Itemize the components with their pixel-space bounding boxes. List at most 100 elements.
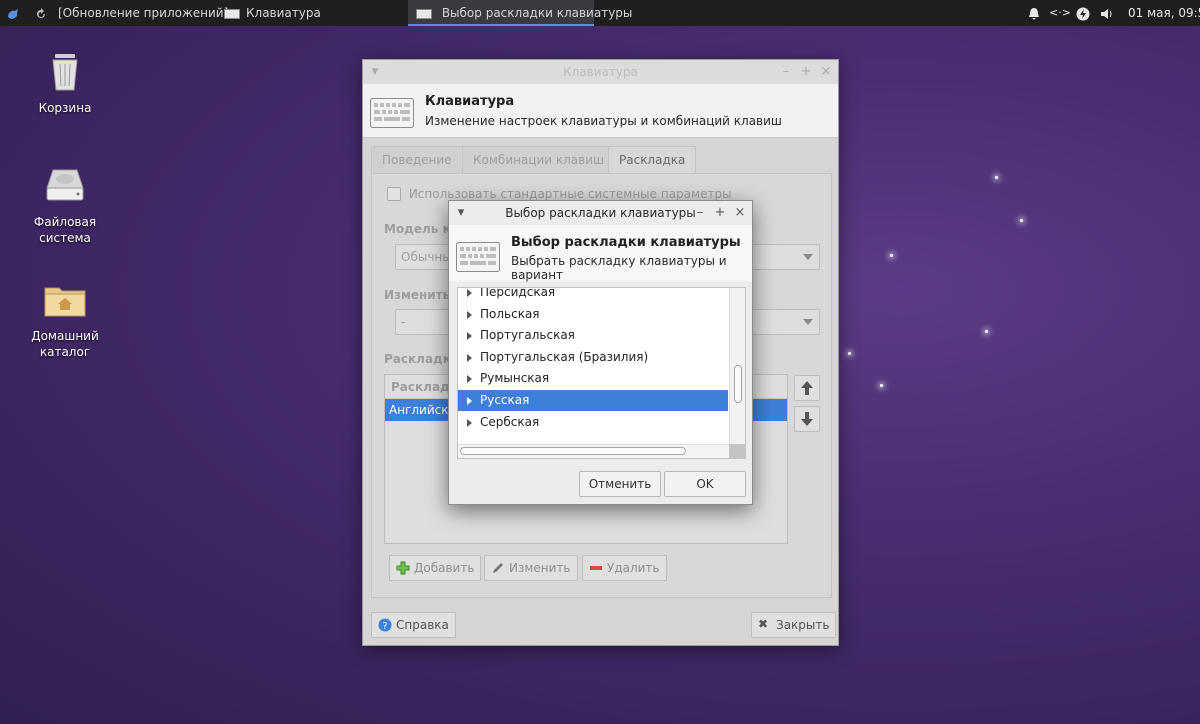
volume-icon[interactable] [1100, 0, 1114, 26]
move-up-button[interactable] [794, 375, 820, 401]
tree-item-russian[interactable]: Русская [458, 390, 728, 411]
maximize-icon[interactable]: + [712, 201, 728, 225]
desktop-icon-label: Корзина [38, 101, 92, 115]
tree-item-portuguese[interactable]: Португальская [458, 325, 728, 346]
tab-behavior[interactable]: Поведение [371, 146, 463, 173]
expander-icon[interactable] [467, 289, 472, 297]
expander-icon[interactable] [467, 332, 472, 340]
use-system-defaults-checkbox[interactable] [387, 186, 401, 201]
change-layout-label: Изменить [384, 288, 451, 302]
minus-icon [590, 566, 602, 570]
tree-item-persian[interactable]: Персидская [458, 287, 728, 303]
hard-drive-icon [41, 162, 89, 210]
tree-item-label: Португальская [480, 328, 575, 342]
taskbar-item-keyboard[interactable]: Клавиатура [246, 0, 321, 26]
clock[interactable]: 01 мая, 09:51 [1128, 0, 1200, 26]
close-button[interactable]: ✖ Закрыть [751, 612, 837, 638]
add-layout-label: Добавить [414, 561, 475, 575]
scrollbar-thumb[interactable] [460, 447, 686, 455]
tree-item-serbian[interactable]: Сербская [458, 412, 728, 433]
expander-icon[interactable] [467, 354, 472, 362]
power-icon[interactable] [1076, 0, 1090, 26]
window-title: Клавиатура [563, 65, 638, 79]
tree-item-portuguese-brazil[interactable]: Португальская (Бразилия) [458, 347, 728, 368]
horizontal-scrollbar[interactable] [458, 444, 729, 458]
keyboard-small-icon [416, 8, 432, 19]
network-icon[interactable]: <·> [1049, 0, 1071, 26]
keyboard-icon [370, 98, 414, 128]
star-decoration [880, 384, 883, 387]
window-titlebar[interactable]: ▾ Клавиатура – + × [363, 60, 838, 84]
desktop-icon-filesystem[interactable]: Файловая система [20, 162, 110, 246]
close-label: Закрыть [776, 618, 830, 632]
use-system-defaults-row: Использовать стандартные системные парам… [387, 186, 732, 201]
maximize-icon[interactable]: + [798, 60, 814, 84]
star-decoration [1020, 219, 1023, 222]
close-icon[interactable]: × [818, 60, 834, 84]
tree-item-polish[interactable]: Польская [458, 304, 728, 325]
cancel-button[interactable]: Отменить [579, 471, 661, 497]
edit-layout-button[interactable]: Изменить [484, 555, 578, 581]
close-x-icon: ✖ [758, 617, 769, 631]
tree-item-label: Румынская [480, 371, 550, 385]
header-subtitle: Изменение настроек клавиатуры и комбинац… [425, 114, 782, 128]
help-button[interactable]: ? Справка [371, 612, 456, 638]
star-decoration [995, 176, 998, 179]
pencil-icon [493, 563, 503, 573]
window-header: Клавиатура Изменение настроек клавиатуры… [363, 84, 838, 138]
tree-item-label: Сербская [480, 415, 540, 429]
star-decoration [890, 254, 893, 257]
move-down-button[interactable] [794, 406, 820, 432]
dialog-titlebar[interactable]: ▾ Выбор раскладки клавиатуры – + × [449, 201, 752, 225]
dialog-header-subtitle: Выбрать раскладку клавиатуры и вариант [511, 254, 727, 282]
trash-icon [41, 48, 89, 96]
applications-menu-icon[interactable] [6, 0, 20, 26]
svg-text:?: ? [382, 621, 387, 632]
desktop-icon-label: Домашний каталог [31, 329, 99, 359]
desktop-icon-trash[interactable]: Корзина [20, 48, 110, 116]
refresh-icon [34, 0, 48, 26]
arrow-up-icon [801, 381, 813, 395]
star-decoration [848, 352, 851, 355]
edit-layout-label: Изменить [509, 561, 571, 575]
taskbar-item-updates[interactable]: [Обновление приложений] [58, 0, 228, 26]
change-layout-value: - [401, 315, 406, 329]
add-layout-button[interactable]: Добавить [389, 555, 482, 581]
layout-tree[interactable]: Персидская Польская Португальская Португ… [457, 287, 746, 459]
help-icon: ? [378, 618, 392, 632]
tab-shortcuts[interactable]: Комбинации клавиш [462, 146, 616, 173]
window-menu-icon[interactable]: ▾ [367, 60, 383, 84]
chevron-down-icon [803, 319, 813, 325]
vertical-scrollbar[interactable] [729, 288, 745, 458]
tab-layout[interactable]: Раскладка [608, 146, 697, 174]
desktop-icon-home[interactable]: Домашний каталог [20, 276, 110, 360]
keyboard-icon [456, 242, 500, 272]
keyboard-small-icon [224, 0, 240, 26]
header-title: Клавиатура [425, 94, 515, 109]
tree-item-label: Русская [480, 393, 530, 407]
delete-layout-label: Удалить [607, 561, 660, 575]
ok-button[interactable]: OK [664, 471, 746, 497]
taskbar-item-layout-chooser[interactable]: Выбор раскладки клавиатуры [408, 0, 632, 26]
taskbar-item-label: Выбор раскладки клавиатуры [441, 6, 633, 20]
tree-item-label: Польская [480, 307, 540, 321]
scrollbar-thumb[interactable] [734, 365, 742, 403]
minimize-icon[interactable]: – [692, 201, 708, 225]
desktop-icon-label: Файловая система [33, 215, 97, 245]
delete-layout-button[interactable]: Удалить [582, 555, 667, 581]
arrow-down-icon [801, 412, 813, 426]
scroll-corner [729, 444, 745, 458]
close-icon[interactable]: × [732, 201, 748, 225]
expander-icon[interactable] [467, 397, 472, 405]
bell-icon[interactable] [1028, 0, 1040, 26]
minimize-icon[interactable]: – [778, 60, 794, 84]
expander-icon[interactable] [467, 311, 472, 319]
help-label: Справка [396, 618, 449, 632]
tree-item-romanian[interactable]: Румынская [458, 368, 728, 389]
expander-icon[interactable] [467, 419, 472, 427]
expander-icon[interactable] [467, 375, 472, 383]
dialog-header: Выбор раскладки клавиатуры Выбрать раскл… [449, 225, 752, 282]
tree-item-label: Португальская (Бразилия) [480, 350, 649, 364]
tree-item-label: Персидская [480, 287, 556, 299]
window-menu-icon[interactable]: ▾ [453, 201, 469, 225]
